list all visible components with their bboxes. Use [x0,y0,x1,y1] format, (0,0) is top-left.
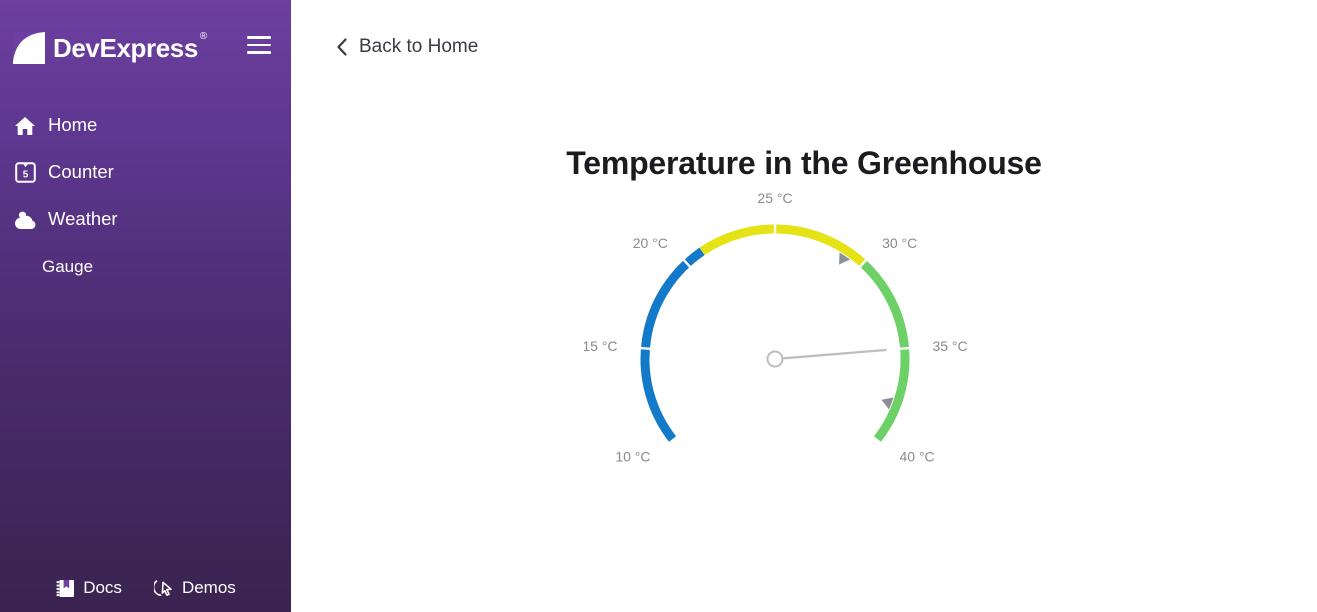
footer-link-docs[interactable]: Docs [55,578,122,598]
gauge-item-spacer [12,254,32,280]
sidebar-item-home[interactable]: Home [0,102,291,149]
chevron-left-icon [336,38,348,56]
sidebar-footer: Docs Demos [0,578,291,612]
brand-name: DevExpress ® [53,31,207,64]
gauge-tick-label: 20 °C [633,235,668,251]
gauge-tick-label: 25 °C [757,190,792,206]
svg-text:5: 5 [22,169,28,180]
gauge-tick [899,346,910,351]
sidebar-item-gauge[interactable]: Gauge [0,243,291,290]
gauge-needle [773,348,887,361]
gauge-container: 10 °C 15 °C 20 °C 25 °C 30 °C 35 °C 40 °C [291,180,1317,510]
gauge-tick [640,346,651,351]
footer-link-label: Demos [181,578,236,597]
demos-icon [154,578,174,598]
footer-link-label: Docs [83,578,122,597]
back-to-home-link[interactable]: Back to Home [336,36,478,58]
brand-header: DevExpress ® [0,0,291,96]
hamburger-bar [247,36,271,39]
brand-name-text: DevExpress [53,32,198,63]
hamburger-menu-icon[interactable] [247,36,271,54]
brand-registered-mark: ® [199,30,207,42]
gauge-range-cold [640,247,705,442]
sidebar-item-weather[interactable]: Weather [0,196,291,243]
devexpress-logo-icon [12,31,46,65]
sidebar: DevExpress ® Home 5 Counter Weather Gaug… [0,0,291,612]
home-icon [12,113,38,139]
gauge-tick-label: 10 °C [615,448,650,464]
hamburger-bar [247,51,271,54]
footer-link-demos[interactable]: Demos [154,578,236,598]
gauge-tick-label: 40 °C [900,448,935,464]
sidebar-item-label: Home [48,114,98,136]
hamburger-bar [247,43,271,46]
app-root: DevExpress ® Home 5 Counter Weather Gaug… [0,0,1317,612]
counter-icon: 5 [12,160,38,186]
page-title: Temperature in the Greenhouse [566,145,1042,182]
weather-icon [12,207,38,233]
temperature-gauge: 10 °C 15 °C 20 °C 25 °C 30 °C 35 °C 40 °C [584,190,968,464]
gauge-tick-label: 15 °C [584,338,618,354]
sidebar-item-label: Counter [48,161,114,183]
gauge-range-optimal [699,224,867,267]
main-content: Back to Home Temperature in the Greenhou… [291,0,1317,612]
sidebar-item-counter[interactable]: 5 Counter [0,149,291,196]
gauge-tick-label: 35 °C [932,338,967,354]
docs-icon [55,578,75,598]
sidebar-item-label: Gauge [42,257,94,276]
gauge-tick-label: 30 °C [882,235,917,251]
sidebar-nav: Home 5 Counter Weather Gauge [0,96,291,290]
sidebar-item-label: Weather [48,208,118,230]
back-to-home-label: Back to Home [359,36,479,57]
gauge-needle-pivot [766,350,784,368]
